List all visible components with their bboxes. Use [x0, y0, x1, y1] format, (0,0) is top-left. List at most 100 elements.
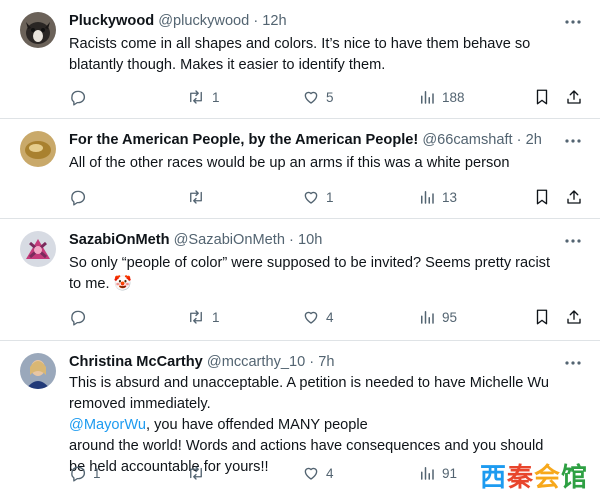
- tweet-text-line: All of the other races would be up an ar…: [69, 155, 510, 171]
- tweet-sazabionmeth[interactable]: SazabiOnMeth @SazabiOnMeth · 10h So only…: [0, 219, 600, 341]
- like-icon: [304, 191, 318, 204]
- bookmark-button[interactable]: [533, 87, 551, 107]
- tweet-header: Christina McCarthy @mccarthy_10 · 7h: [69, 352, 560, 372]
- reply-button[interactable]: [69, 187, 93, 207]
- retweet-count: 1: [212, 309, 220, 325]
- avatar[interactable]: [20, 353, 56, 389]
- timestamp[interactable]: 10h: [298, 232, 322, 248]
- more-options-button[interactable]: [564, 232, 582, 250]
- reply-button[interactable]: [69, 87, 93, 107]
- reply-icon: [71, 190, 86, 206]
- views-count: 91: [442, 465, 458, 481]
- tweet-text-line: blatantly though. Makes it easier to ide…: [69, 57, 386, 73]
- retweet-button[interactable]: [186, 463, 212, 483]
- tweet-text-line: This is absurd and unacceptable. A petit…: [69, 375, 550, 391]
- like-button[interactable]: 5: [302, 87, 334, 107]
- share-icon: [567, 310, 581, 324]
- user-handle[interactable]: @SazabiOnMeth: [174, 232, 285, 248]
- share-icon: [567, 90, 581, 104]
- avatar[interactable]: [20, 131, 56, 167]
- like-count: 5: [326, 89, 334, 105]
- retweet-button[interactable]: 1: [186, 87, 220, 107]
- like-button[interactable]: 4: [302, 463, 334, 483]
- tweet-text-line: removed immediately.: [69, 396, 211, 412]
- views-icon: [421, 91, 434, 104]
- views-count: 13: [442, 189, 458, 205]
- like-count: 4: [326, 309, 334, 325]
- tweet-text: All of the other races would be up an ar…: [69, 153, 576, 174]
- tweet-header: Pluckywood @pluckywood · 12h: [69, 11, 560, 31]
- views-count: 95: [442, 309, 458, 325]
- bookmark-icon: [536, 189, 548, 205]
- clown-emoji: 🤡: [113, 276, 132, 292]
- retweet-button[interactable]: [186, 187, 212, 207]
- mention-link[interactable]: @MayorWu: [69, 417, 146, 433]
- reply-icon: [71, 90, 86, 106]
- timestamp[interactable]: 2h: [526, 132, 542, 148]
- retweet-button[interactable]: 1: [186, 307, 220, 327]
- like-button[interactable]: 1: [302, 187, 334, 207]
- bookmark-button[interactable]: [533, 307, 551, 327]
- more-icon: [565, 361, 581, 365]
- bookmark-icon: [536, 89, 548, 105]
- avatar[interactable]: [20, 231, 56, 267]
- views-button[interactable]: 95: [418, 307, 457, 327]
- like-button[interactable]: 4: [302, 307, 334, 327]
- avatar[interactable]: [20, 12, 56, 48]
- reply-icon: [71, 466, 86, 482]
- user-handle[interactable]: @mccarthy_10: [207, 354, 305, 370]
- tweet-pluckywood[interactable]: Pluckywood @pluckywood · 12h Racists com…: [0, 0, 600, 119]
- views-button[interactable]: 13: [418, 187, 457, 207]
- action-bar: 1 13: [0, 187, 600, 207]
- watermark-char: 馆: [561, 463, 589, 493]
- display-name[interactable]: Christina McCarthy: [69, 354, 203, 370]
- reply-button[interactable]: [69, 307, 93, 327]
- display-name[interactable]: Pluckywood: [69, 13, 154, 29]
- retweet-icon: [190, 466, 202, 480]
- like-count: 1: [326, 189, 334, 205]
- tweet-text-line: Racists come in all shapes and colors. I…: [69, 36, 531, 52]
- views-icon: [421, 467, 434, 480]
- like-count: 4: [326, 465, 334, 481]
- tweet-header: For the American People, by the American…: [69, 130, 560, 150]
- tweet-text-segment: to me.: [69, 276, 110, 292]
- retweet-icon: [190, 310, 202, 324]
- action-bar: 1 4 95: [0, 307, 600, 327]
- more-options-button[interactable]: [564, 132, 582, 150]
- share-button[interactable]: [565, 307, 583, 327]
- more-icon: [565, 139, 581, 143]
- tweet-66camshaft[interactable]: For the American People, by the American…: [0, 119, 600, 219]
- separator-dot: ·: [309, 354, 315, 370]
- tweet-text-line: So only “people of color” were supposed …: [69, 255, 551, 271]
- tweet-text-line-with-emoji: to me. 🤡: [69, 274, 576, 295]
- share-icon: [567, 190, 581, 204]
- share-button[interactable]: [565, 87, 583, 107]
- views-icon: [421, 191, 434, 204]
- tweet-text: So only “people of color” were supposed …: [69, 253, 576, 295]
- share-button[interactable]: [565, 187, 583, 207]
- timestamp[interactable]: 12h: [262, 13, 286, 29]
- separator-dot: ·: [253, 13, 259, 29]
- more-options-button[interactable]: [564, 354, 582, 372]
- watermark-text: 西秦会馆: [480, 457, 588, 494]
- tweet-text: Racists come in all shapes and colors. I…: [69, 34, 576, 76]
- watermark-logo: 西秦会馆: [480, 457, 592, 493]
- like-icon: [304, 467, 318, 480]
- more-icon: [565, 239, 581, 243]
- separator-dot: ·: [516, 132, 522, 148]
- retweet-count: 1: [212, 89, 220, 105]
- views-button[interactable]: 188: [418, 87, 465, 107]
- display-name[interactable]: For the American People, by the American…: [69, 132, 418, 148]
- display-name[interactable]: SazabiOnMeth: [69, 232, 170, 248]
- user-handle[interactable]: @pluckywood: [158, 13, 249, 29]
- retweet-icon: [190, 190, 202, 204]
- tweet-text-segment: , you have offended MANY people: [146, 417, 368, 433]
- user-handle[interactable]: @66camshaft: [422, 132, 512, 148]
- like-icon: [304, 91, 318, 104]
- more-options-button[interactable]: [564, 13, 582, 31]
- reply-button[interactable]: 1: [69, 463, 101, 483]
- views-button[interactable]: 91: [418, 463, 457, 483]
- views-icon: [421, 311, 434, 324]
- timestamp[interactable]: 7h: [318, 354, 334, 370]
- bookmark-button[interactable]: [533, 187, 551, 207]
